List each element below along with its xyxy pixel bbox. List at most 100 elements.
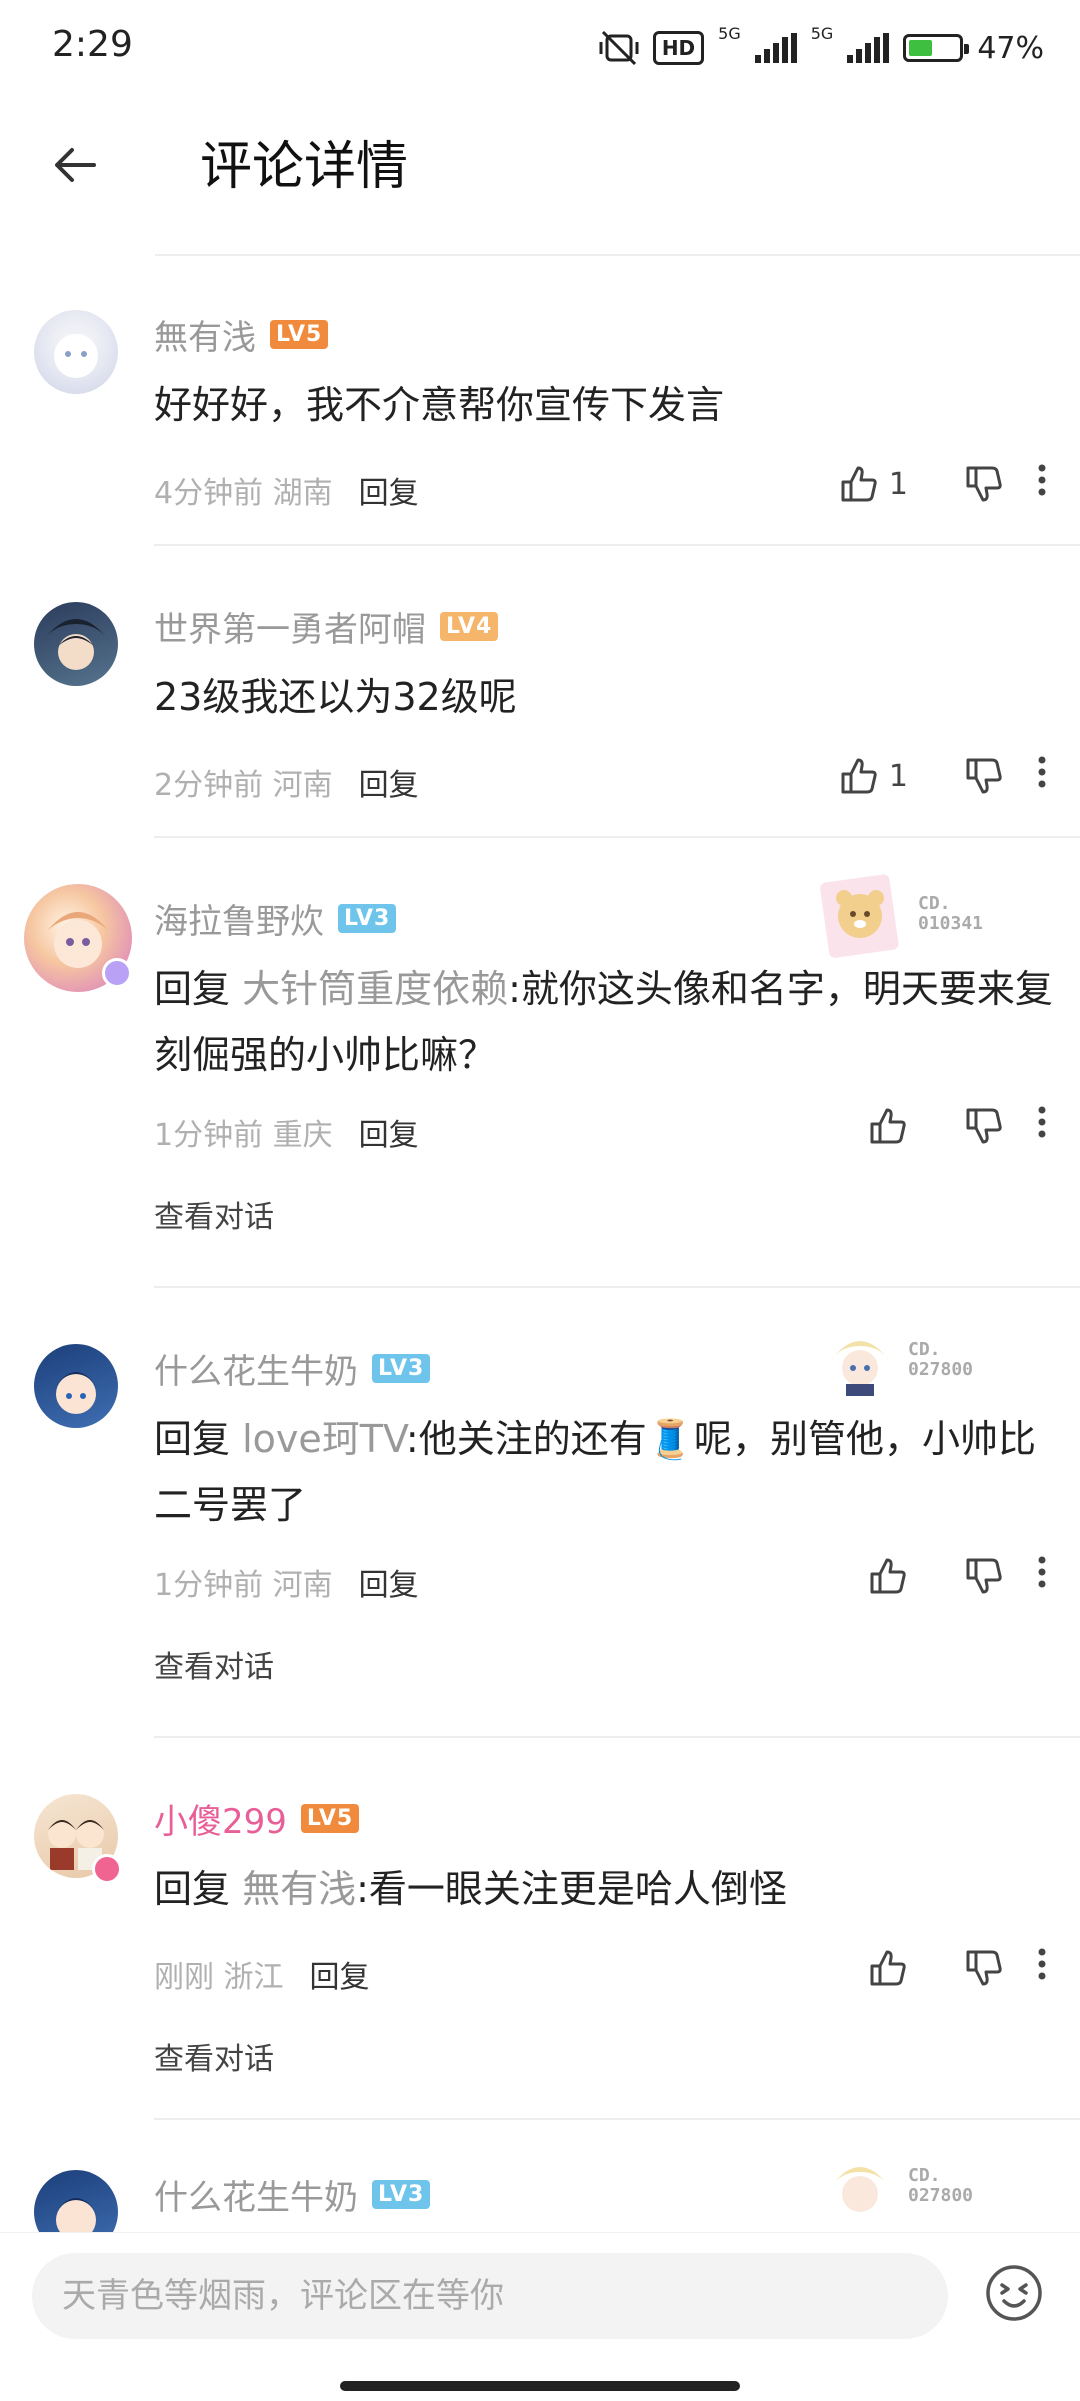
deco-label: CD. [918,893,951,914]
more-options-button[interactable] [1034,1102,1050,1150]
comment-text[interactable]: 23级我还以为32级呢 [154,664,1054,730]
comment-body: :看一眼关注更是哈人倒怪 [356,1867,787,1911]
like-button[interactable] [868,1106,908,1146]
decoration-card: CD. 010341 [810,864,983,964]
dislike-button[interactable] [964,756,1004,796]
battery-percent: 47% [977,30,1044,66]
view-conversation-link[interactable]: 查看对话 [154,1192,274,1236]
thread-emoji: 🧵 [646,1417,695,1461]
deco-label: CD. [908,1339,941,1360]
comment-text[interactable]: 好好好，我不介意帮你宣传下发言 [154,372,1054,438]
emoji-button[interactable] [984,2263,1044,2323]
page-title: 评论详情 [200,137,409,197]
comment-item: 海拉鲁野炊 LV3 CD. 010341 回复 大针筒重度依赖:就你这头像和名字… [0,864,1080,1284]
like-count: 1 [888,758,908,794]
member-badge-icon [92,1854,122,1884]
reply-button[interactable]: 回复 [359,1560,419,1604]
username-row[interactable]: 什么花生牛奶 LV3 [154,1344,431,1393]
view-conversation-link[interactable]: 查看对话 [154,1642,274,1686]
view-conversation-link[interactable]: 查看对话 [154,2034,274,2078]
comment-meta: 1分钟前 河南 回复 [154,1560,419,1604]
dislike-button[interactable] [964,1106,1004,1146]
like-button[interactable]: 1 [839,464,908,504]
more-vertical-icon [1038,1948,1046,1980]
avatar-illustration [52,2198,100,2232]
dislike-button[interactable] [964,1556,1004,1596]
level-badge: LV3 [372,2180,431,2209]
chibi-sticker-icon [830,2167,890,2212]
comment-item: 無有浅 LV5 好好好，我不介意帮你宣传下发言 4分钟前 湖南 回复 1 [0,280,1080,540]
divider [155,254,1080,256]
reply-button[interactable]: 回复 [359,468,419,512]
more-options-button[interactable] [1034,460,1050,508]
chibi-sticker-icon [830,1341,890,1396]
mention-link[interactable]: 大针筒重度依赖 [242,967,508,1011]
mention-link[interactable]: love珂TV [242,1417,406,1461]
thumbs-up-icon [841,466,877,502]
level-badge: LV3 [372,1354,431,1383]
comment-input[interactable] [32,2253,948,2339]
avatar-illustration [42,619,110,670]
divider [154,836,1080,838]
more-options-button[interactable] [1034,752,1050,800]
status-icons: HD 5G 5G 47% [599,24,1044,72]
comment-actions [868,1552,1050,1600]
comment-time: 4分钟前 [154,476,264,511]
comment-item: 什么花生牛奶 LV3 CD. 027800 [0,2140,1080,2232]
avatar[interactable] [34,2170,118,2232]
reply-label: 回复 [358,1568,419,1603]
username[interactable]: 海拉鲁野炊 [154,894,324,943]
status-bar: 2:29 HD 5G 5G 47% [0,0,1080,100]
username-row[interactable]: 什么花生牛奶 LV3 [154,2170,431,2219]
username[interactable]: 小傻299 [154,1794,287,1843]
username-row[interactable]: 世界第一勇者阿帽 LV4 [154,602,499,651]
reply-label: 回复 [358,1118,419,1153]
avatar[interactable] [34,310,118,394]
deco-number: 027800 [908,2185,974,2206]
username[interactable]: 什么花生牛奶 [154,1344,358,1393]
dislike-button[interactable] [964,1948,1004,1988]
reply-button[interactable]: 回复 [310,1952,370,1996]
comment-meta: 2分钟前 河南 回复 [154,760,419,804]
reply-label: 回复 [358,768,419,803]
back-button[interactable] [40,130,110,200]
avatar-illustration [48,325,104,378]
more-options-button[interactable] [1034,1552,1050,1600]
username[interactable]: 無有浅 [154,310,256,359]
thumbs-down-icon [966,466,1002,502]
like-button[interactable]: 1 [839,756,908,796]
like-button[interactable] [868,1948,908,1988]
emoji-icon [986,2265,1042,2321]
comment-input-bar [0,2232,1080,2401]
mute-vibrate-icon [599,30,639,66]
username[interactable]: 世界第一勇者阿帽 [154,602,426,651]
comment-meta: 4分钟前 湖南 回复 [154,468,419,512]
hd-badge: HD [652,31,705,65]
comment-time: 刚刚 [154,1960,214,1995]
network-label-1: 5G [718,24,741,43]
reply-button[interactable]: 回复 [359,1110,419,1154]
divider [154,544,1080,546]
dislike-button[interactable] [964,464,1004,504]
comment-text[interactable]: 回复 無有浅:看一眼关注更是哈人倒怪 [154,1856,1054,1922]
more-vertical-icon [1038,756,1046,788]
comment-text[interactable]: 回复 love珂TV:他关注的还有🧵呢，别管他，小帅比二号罢了 [154,1406,1054,1538]
avatar[interactable] [34,602,118,686]
username-row[interactable]: 無有浅 LV5 [154,310,329,359]
mention-link[interactable]: 無有浅 [242,1867,356,1911]
level-badge: LV4 [440,612,499,641]
comment-text[interactable]: 回复 大针筒重度依赖:就你这头像和名字，明天要来复刻倔强的小帅比嘛？ [154,956,1054,1088]
thumbs-up-icon [870,1950,906,1986]
reply-button[interactable]: 回复 [359,760,419,804]
like-button[interactable] [868,1556,908,1596]
level-badge: LV5 [270,320,329,349]
decoration-card: CD. 027800 [820,2146,973,2226]
comment-location: 重庆 [272,1118,333,1153]
username[interactable]: 什么花生牛奶 [154,2170,358,2219]
username-row[interactable]: 海拉鲁野炊 LV3 [154,894,397,943]
username-row[interactable]: 小傻299 LV5 [154,1794,360,1843]
divider [154,1736,1080,1738]
verified-badge-icon [102,958,132,988]
avatar[interactable] [34,1344,118,1428]
more-options-button[interactable] [1034,1944,1050,1992]
